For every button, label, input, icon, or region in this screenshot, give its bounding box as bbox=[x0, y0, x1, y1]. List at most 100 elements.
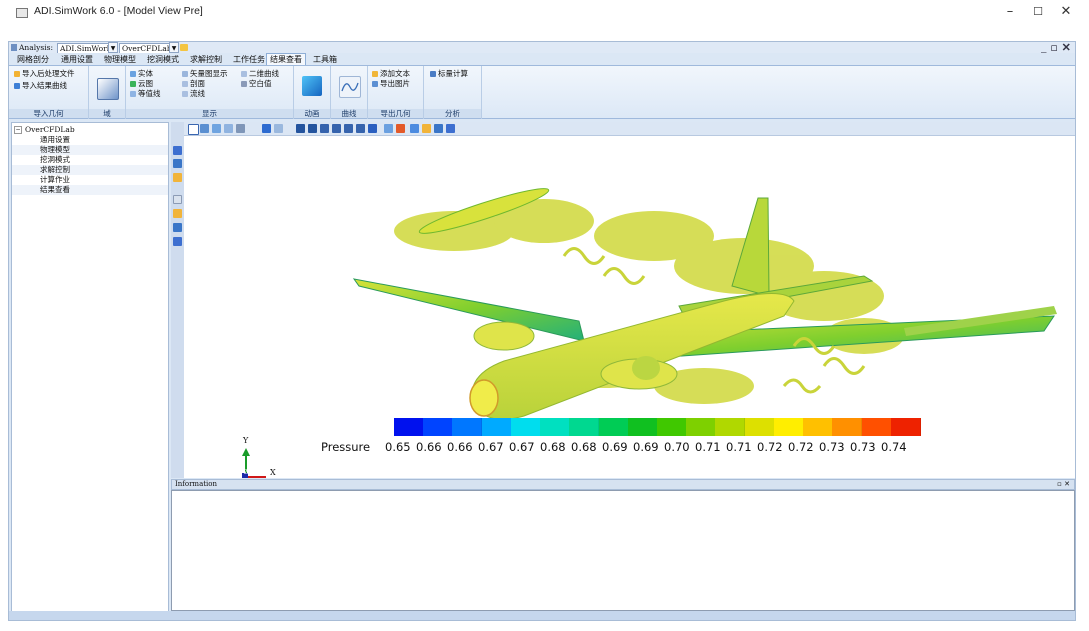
animation-icon[interactable] bbox=[302, 76, 322, 96]
tree-item-hole-cutting[interactable]: 挖洞模式 bbox=[12, 155, 168, 165]
image-icon bbox=[372, 81, 378, 87]
select-arrow-icon[interactable] bbox=[262, 124, 271, 133]
tree-item-jobs[interactable]: 计算作业 bbox=[12, 175, 168, 185]
legend-title: Pressure bbox=[321, 440, 371, 454]
legend-color-swatch bbox=[452, 418, 483, 436]
legend-color-swatch bbox=[803, 418, 834, 436]
tab-physics[interactable]: 物理模型 bbox=[100, 53, 140, 65]
axes-icon[interactable] bbox=[173, 146, 182, 155]
import-result-curve-button[interactable]: 导入结果曲线 bbox=[14, 81, 67, 91]
legend-tick-label: 0.65 bbox=[385, 440, 411, 454]
close-button[interactable]: ✕ bbox=[1052, 2, 1080, 22]
axes-color-icon[interactable] bbox=[396, 124, 405, 133]
domain-grid-icon[interactable] bbox=[97, 78, 119, 100]
rotate-icon[interactable] bbox=[212, 124, 221, 133]
legend-tick-label: 0.69 bbox=[633, 440, 659, 454]
info-panel-controls[interactable]: ▫ ✕ bbox=[1057, 480, 1070, 489]
chevron-down-icon[interactable]: ▼ bbox=[169, 42, 179, 53]
folder-icon[interactable] bbox=[422, 124, 431, 133]
solid-button[interactable]: 实体 bbox=[130, 69, 153, 79]
tree-item-results[interactable]: 结果查看 bbox=[12, 185, 168, 195]
streamline-button[interactable]: 流线 bbox=[182, 89, 205, 99]
text-icon bbox=[372, 71, 378, 77]
maximize-button[interactable]: ☐ bbox=[1024, 2, 1052, 22]
legend-tick-label: 0.69 bbox=[602, 440, 628, 454]
view-bottom-icon[interactable] bbox=[332, 124, 341, 133]
grid-icon[interactable] bbox=[434, 124, 443, 133]
group-export: 添加文本 导出图片 导出几何 bbox=[368, 66, 424, 119]
blank-value-button[interactable]: 空白值 bbox=[241, 79, 272, 89]
ruler-icon[interactable] bbox=[236, 124, 245, 133]
collapse-icon[interactable]: − bbox=[14, 126, 22, 134]
grid-icon[interactable] bbox=[173, 159, 182, 168]
curve-plot-icon[interactable] bbox=[339, 76, 361, 98]
view-left-icon[interactable] bbox=[344, 124, 353, 133]
translate-icon[interactable] bbox=[384, 124, 393, 133]
vector-button[interactable]: 矢量图显示 bbox=[182, 69, 228, 79]
import-postprocess-button[interactable]: 导入后处理文件 bbox=[14, 69, 75, 79]
mdi-controls[interactable]: _ ▫ ✕ bbox=[1041, 42, 1071, 53]
minimize-button[interactable]: – bbox=[996, 2, 1024, 22]
axes-icon[interactable] bbox=[446, 124, 455, 133]
info-panel-header: Information ▫ ✕ bbox=[171, 479, 1075, 490]
grid-icon[interactable] bbox=[173, 223, 182, 232]
contour-button[interactable]: 云图 bbox=[130, 79, 153, 89]
legend-tick-label: 0.74 bbox=[881, 440, 907, 454]
view-front-icon[interactable] bbox=[296, 124, 305, 133]
view-iso-icon[interactable] bbox=[368, 124, 377, 133]
axes-icon[interactable] bbox=[173, 237, 182, 246]
info-panel[interactable] bbox=[171, 490, 1075, 611]
isoline-button[interactable]: 等值线 bbox=[130, 89, 161, 99]
view-top-icon[interactable] bbox=[320, 124, 329, 133]
pick-icon[interactable] bbox=[274, 124, 283, 133]
ribbon-tabs: 网格剖分 通用设置 物理模型 挖洞模式 求解控制 工作任务 结果查看 工具箱 bbox=[9, 53, 1075, 65]
tab-mesh[interactable]: 网格剖分 bbox=[13, 53, 53, 65]
tree-item-general[interactable]: 通用设置 bbox=[12, 135, 168, 145]
legend-color-swatch bbox=[686, 418, 717, 436]
group-title: 导入几何 bbox=[9, 109, 88, 118]
info-panel-title: Information bbox=[175, 480, 218, 488]
tree-item-solver[interactable]: 求解控制 bbox=[12, 165, 168, 175]
folder-icon[interactable] bbox=[173, 173, 182, 182]
tab-results[interactable]: 结果查看 bbox=[266, 53, 306, 65]
legend-color-swatch bbox=[890, 418, 921, 436]
group-display: 实体 云图 等值线 矢量图显示 剖面 流线 二维曲线 空白值 显示 bbox=[126, 66, 294, 119]
group-title: 曲线 bbox=[331, 109, 367, 118]
main-frame: Analysis: ADI.SimWork ▼ OverCFDLab ▼ _ ▫… bbox=[8, 41, 1076, 621]
contour-icon bbox=[130, 81, 136, 87]
export-image-button[interactable]: 导出图片 bbox=[372, 79, 410, 89]
legend-color-swatch bbox=[627, 418, 658, 436]
legend-tick-label: 0.71 bbox=[695, 440, 721, 454]
curve-icon bbox=[14, 83, 20, 89]
view-right-icon[interactable] bbox=[356, 124, 365, 133]
2d-curve-button[interactable]: 二维曲线 bbox=[241, 69, 279, 79]
folder-icon[interactable] bbox=[173, 209, 182, 218]
legend-tick-label: 0.67 bbox=[478, 440, 504, 454]
calculator-icon bbox=[430, 71, 436, 77]
pan-icon[interactable] bbox=[224, 124, 233, 133]
refresh-icon[interactable] bbox=[410, 124, 419, 133]
legend-color-swatch bbox=[423, 418, 454, 436]
legend-color-swatch bbox=[744, 418, 775, 436]
folder-icon bbox=[14, 71, 20, 77]
legend-color-swatch bbox=[394, 418, 424, 436]
fit-view-icon[interactable] bbox=[188, 124, 199, 135]
tab-solver[interactable]: 求解控制 bbox=[186, 53, 226, 65]
legend-tick-label: 0.66 bbox=[416, 440, 442, 454]
group-title: 分析 bbox=[424, 109, 481, 118]
display-icon[interactable] bbox=[173, 195, 182, 204]
tab-general[interactable]: 通用设置 bbox=[57, 53, 97, 65]
legend-color-swatch bbox=[832, 418, 863, 436]
tab-jobs[interactable]: 工作任务 bbox=[229, 53, 269, 65]
tab-toolbox[interactable]: 工具箱 bbox=[309, 53, 341, 65]
folder-icon[interactable] bbox=[180, 44, 188, 51]
chevron-down-icon[interactable]: ▼ bbox=[108, 42, 118, 53]
tab-hole-cutting[interactable]: 挖洞模式 bbox=[143, 53, 183, 65]
view-back-icon[interactable] bbox=[308, 124, 317, 133]
tree-root[interactable]: − OverCFDLab bbox=[14, 125, 170, 135]
tree-item-physics[interactable]: 物理模型 bbox=[12, 145, 168, 155]
section-button[interactable]: 剖面 bbox=[182, 79, 205, 89]
add-text-button[interactable]: 添加文本 bbox=[372, 69, 410, 79]
scalar-calc-button[interactable]: 标量计算 bbox=[430, 69, 468, 79]
zoom-box-icon[interactable] bbox=[200, 124, 209, 133]
